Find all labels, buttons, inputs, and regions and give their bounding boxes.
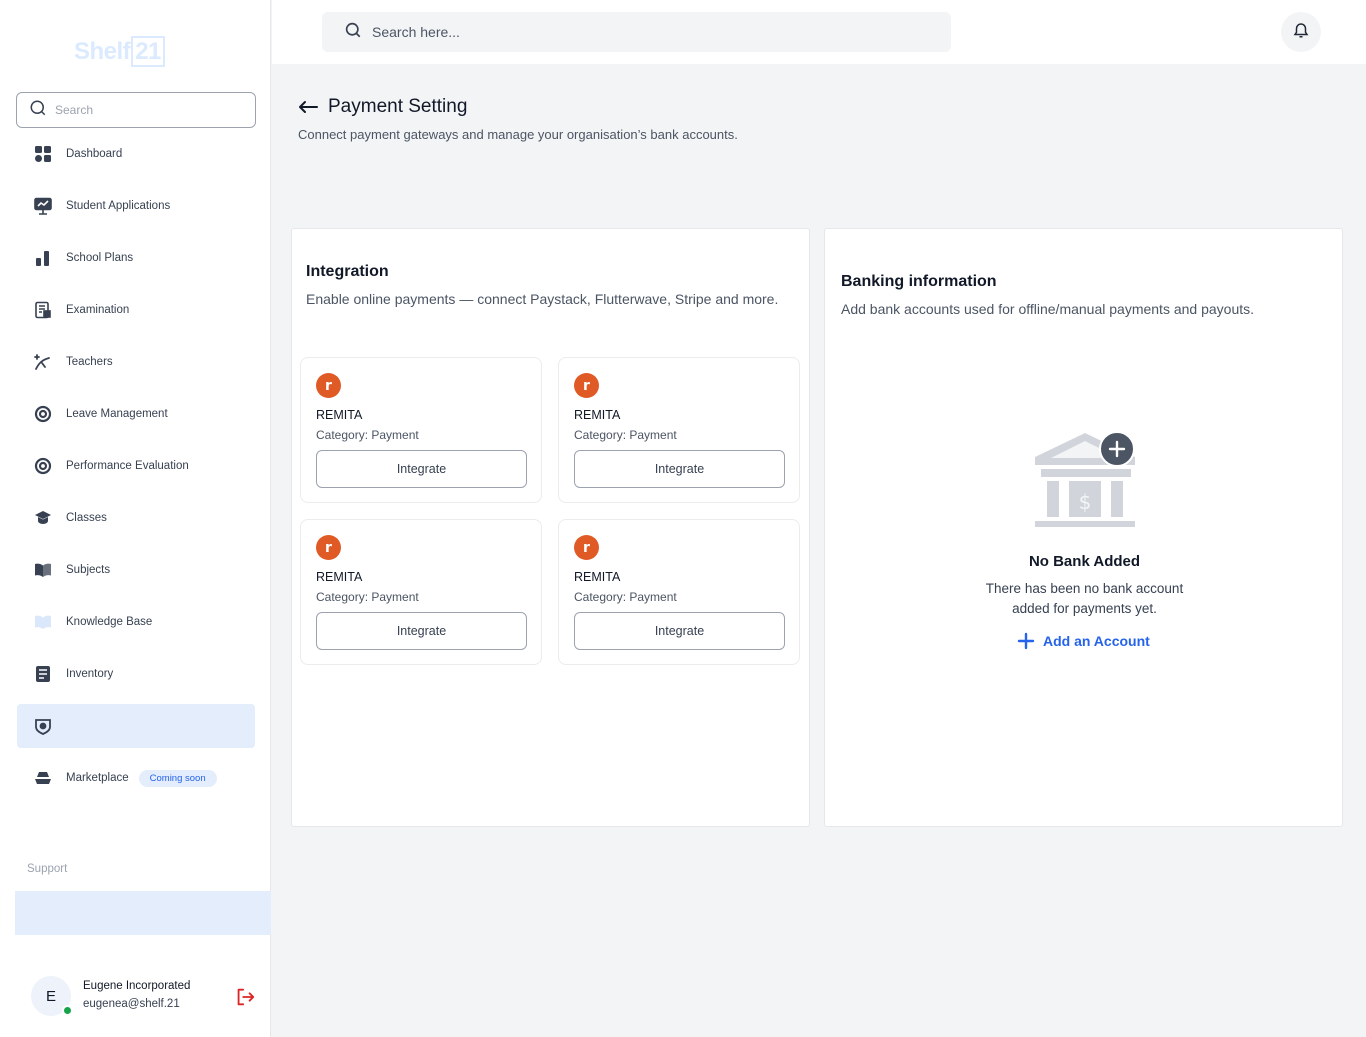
- page-subtitle: Connect payment gateways and manage your…: [298, 127, 738, 142]
- lifebuoy-icon: [34, 405, 52, 423]
- settings-shield-icon: [34, 717, 52, 735]
- online-status-dot: [62, 1005, 73, 1016]
- integration-card: r REMITA Category: Payment Integrate: [300, 519, 542, 665]
- integration-panel: Integration Enable online payments — con…: [291, 228, 810, 827]
- bell-icon: [1292, 21, 1310, 44]
- sidebar-item-performance-evaluation[interactable]: Performance Evaluation: [17, 444, 255, 488]
- banking-panel: Banking information Add bank accounts us…: [824, 228, 1343, 827]
- lifebuoy-icon: [34, 457, 52, 475]
- svg-text:$: $: [1079, 490, 1092, 514]
- banking-title: Banking information: [841, 273, 997, 290]
- sidebar-item-leave-management[interactable]: Leave Management: [17, 392, 255, 436]
- no-bank-message-line: added for payments yet.: [1012, 601, 1157, 616]
- coming-soon-badge: Coming soon: [138, 769, 217, 787]
- sidebar-item-marketplace[interactable]: Marketplace Coming soon: [17, 756, 255, 800]
- page-title-text: Payment Setting: [328, 96, 468, 117]
- notification-button[interactable]: [1281, 12, 1321, 52]
- integration-card: r REMITA Category: Payment Integrate: [558, 357, 800, 503]
- page-title: Payment Setting: [298, 96, 467, 118]
- integration-name: REMITA: [316, 570, 363, 584]
- top-search-placeholder: Search here...: [372, 24, 460, 40]
- sidebar: Shelf 21 Search Dashboard Student Applica…: [0, 0, 271, 1037]
- support-item[interactable]: [15, 891, 271, 935]
- integration-title: Integration: [306, 263, 389, 280]
- sidebar-item-label: Inventory: [66, 668, 114, 680]
- remita-logo-icon: r: [316, 373, 341, 398]
- integrate-button[interactable]: Integrate: [574, 450, 785, 488]
- sidebar-item-label: Marketplace: [66, 772, 129, 784]
- grid-icon: [34, 145, 52, 163]
- search-icon: [344, 21, 362, 44]
- user-name: Eugene Incorporated: [83, 980, 191, 992]
- support-label: Support: [27, 863, 68, 875]
- sidebar-item-settings[interactable]: [17, 704, 255, 748]
- sidebar-item-teachers[interactable]: Teachers: [17, 340, 255, 384]
- list-icon: [34, 665, 52, 683]
- sidebar-item-label: Classes: [66, 512, 107, 524]
- search-icon: [29, 99, 47, 122]
- sidebar-item-examination[interactable]: Examination: [17, 288, 255, 332]
- sidebar-item-label: Dashboard: [66, 148, 123, 160]
- integration-name: REMITA: [574, 408, 621, 422]
- integrate-button[interactable]: Integrate: [316, 612, 527, 650]
- add-account-button[interactable]: Add an Account: [1017, 632, 1150, 650]
- book-icon: [34, 613, 52, 631]
- sidebar-item-classes[interactable]: Classes: [17, 496, 255, 540]
- chart-board-icon: [34, 197, 52, 215]
- logout-icon[interactable]: [234, 986, 256, 1013]
- no-bank-message-line: There has been no bank account: [985, 581, 1184, 596]
- top-bar: Search here...: [272, 0, 1366, 64]
- integration-card: r REMITA Category: Payment Integrate: [300, 357, 542, 503]
- remita-logo-icon: r: [574, 535, 599, 560]
- sidebar-item-student-applications[interactable]: Student Applications: [17, 184, 255, 228]
- integration-category: Category: Payment: [574, 428, 677, 442]
- sidebar-item-knowledge-base[interactable]: Knowledge Base: [17, 600, 255, 644]
- integrate-button[interactable]: Integrate: [316, 450, 527, 488]
- integration-card: r REMITA Category: Payment Integrate: [558, 519, 800, 665]
- integration-category: Category: Payment: [316, 590, 419, 604]
- top-search-input[interactable]: Search here...: [322, 12, 951, 52]
- user-email: eugenea@shelf.21: [83, 998, 180, 1010]
- app-logo[interactable]: Shelf 21: [74, 36, 165, 67]
- book-open-icon: [34, 561, 52, 579]
- sidebar-item-label: Examination: [66, 304, 130, 316]
- back-arrow-icon[interactable]: [298, 99, 318, 115]
- integration-name: REMITA: [316, 408, 363, 422]
- sidebar-item-school-plans[interactable]: School Plans: [17, 236, 255, 280]
- sidebar-item-subjects[interactable]: Subjects: [17, 548, 255, 592]
- bar-chart-icon: [34, 249, 52, 267]
- graduation-cap-icon: [34, 509, 52, 527]
- sidebar-search-placeholder: Search: [55, 103, 94, 117]
- sidebar-item-label: Subjects: [66, 564, 111, 576]
- banking-subtitle: Add bank accounts used for offline/manua…: [841, 301, 1255, 317]
- sidebar-item-inventory[interactable]: Inventory: [17, 652, 255, 696]
- sidebar-item-label: Leave Management: [66, 408, 168, 420]
- integrate-button[interactable]: Integrate: [574, 612, 785, 650]
- exam-icon: [34, 301, 52, 319]
- remita-logo-icon: r: [316, 535, 341, 560]
- sidebar-item-label: Knowledge Base: [66, 616, 153, 628]
- integration-category: Category: Payment: [574, 590, 677, 604]
- no-bank-title: No Bank Added: [1028, 553, 1141, 570]
- sidebar-item-dashboard[interactable]: Dashboard: [17, 132, 255, 176]
- sidebar-nav: Dashboard Student Applications School Pl…: [17, 132, 255, 808]
- user-profile: E Eugene Incorporated eugenea@shelf.21: [31, 976, 261, 1018]
- integration-name: REMITA: [574, 570, 621, 584]
- teacher-icon: [34, 353, 52, 371]
- sidebar-item-label: Performance Evaluation: [66, 460, 189, 472]
- remita-logo-icon: r: [574, 373, 599, 398]
- boat-icon: [34, 769, 52, 787]
- sidebar-item-label: School Plans: [66, 252, 134, 264]
- sidebar-search[interactable]: Search: [16, 92, 256, 128]
- no-bank-message: There has been no bank account added for…: [825, 579, 1344, 619]
- sidebar-item-label: Teachers: [66, 356, 113, 368]
- bank-illustration-icon: $: [1031, 431, 1141, 536]
- sidebar-item-label: Student Applications: [66, 200, 171, 212]
- integration-subtitle: Enable online payments — connect Paystac…: [306, 291, 779, 307]
- plus-icon: [1017, 632, 1035, 650]
- integration-category: Category: Payment: [316, 428, 419, 442]
- add-account-label: Add an Account: [1043, 633, 1150, 649]
